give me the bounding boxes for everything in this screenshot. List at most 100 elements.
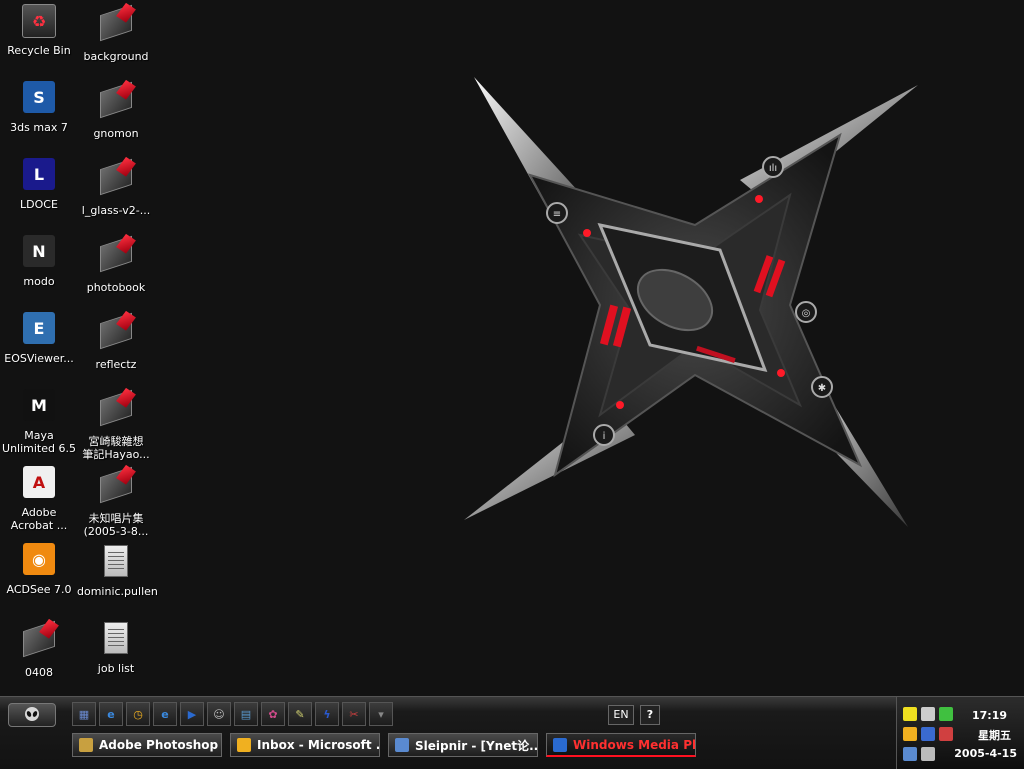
tray-app-icon[interactable] [903,707,917,721]
ie-icon[interactable]: e [99,702,123,726]
desktop-icon-11[interactable]: 宮崎駿雜想 筆記Hayao... [77,389,155,461]
desktop-icon-17[interactable]: job list [77,620,155,675]
flash-icon[interactable]: ϟ [315,702,339,726]
desktop-icon-0[interactable]: ♻ Recycle Bin [0,4,78,57]
desktop-icon-label: ACDSee 7.0 [6,583,72,596]
tray-app-icon[interactable] [921,747,935,761]
desktop-icon-label: dominic.pullen [77,585,158,598]
desktop-icon-label: 0408 [25,666,53,679]
task-buttons: Adobe Photoshop Inbox - Microsoft ... Slei… [72,733,696,759]
outlook-icon[interactable]: ◷ [126,702,150,726]
folder-icon [22,620,56,660]
taskbar-button[interactable]: Inbox - Microsoft ... [230,733,380,757]
notepad-icon[interactable]: ✎ [288,702,312,726]
desktop-icon-1[interactable]: background [77,4,155,63]
app-icon: ◉ [22,543,56,577]
tray-app-icon[interactable] [921,727,935,741]
clock-time[interactable]: 17:19 [972,709,1007,722]
folder-icon [99,81,133,121]
desktop-icon-label: job list [97,662,135,675]
browser-icon[interactable]: e [153,702,177,726]
start-button[interactable] [8,703,56,727]
task-app-icon [237,738,251,752]
desktop-icon-12[interactable]: A Adobe Acrobat ... [0,466,78,532]
chevron-down-icon[interactable]: ▾ [369,702,393,726]
alien-icon[interactable]: ☺ [207,702,231,726]
taskbar-button[interactable]: Sleipnir - [Ynet论... [388,733,538,757]
desktop-icon-8[interactable]: E EOSViewer... [0,312,78,365]
task-app-icon [553,737,567,752]
tray-app-icon[interactable] [939,707,953,721]
desktop-icon-10[interactable]: M Maya Unlimited 6.5 [0,389,78,455]
task-label: Windows Media Pl... [573,737,696,752]
quick-launch-bar: ▦ e ◷ e ▶ ☺ ▤ ✿ ✎ ϟ ✂ ▾ [72,702,393,726]
tray-app-icon[interactable] [921,707,935,721]
desktop-icon-13[interactable]: 未知唱片集 (2005-3-8... [77,466,155,538]
document-icon [99,622,133,656]
desktop-icon-label: gnomon [93,127,139,140]
taskbar-button[interactable]: Adobe Photoshop [72,733,222,757]
desktop-icon-5[interactable]: l_glass-v2-... [77,158,155,217]
show-desktop-icon[interactable]: ▦ [72,702,96,726]
app-icon: E [22,312,56,346]
app-icon: A [22,466,56,500]
desktop-icon-3[interactable]: gnomon [77,81,155,140]
taskbar: ▦ e ◷ e ▶ ☺ ▤ ✿ ✎ ϟ ✂ ▾ Adobe Photoshop Inbox - Micr… [0,696,1024,769]
desktop-icon-14[interactable]: ◉ ACDSee 7.0 [0,543,78,596]
wallpaper-shuriken-graphic: ≡ ılı ◎ ✱ i [464,77,918,527]
help-button[interactable]: ? [640,705,660,725]
task-label: Inbox - Microsoft ... [257,738,380,752]
desktop[interactable]: ♻ Recycle Bin background S 3ds max 7 gnomon L L… [0,0,1024,696]
folder-icon [99,235,133,275]
taskbar-button[interactable]: Windows Media Pl... [546,733,696,757]
tools-icon[interactable]: ✂ [342,702,366,726]
desktop-icon-label: background [83,50,149,63]
tray-app-icon[interactable] [903,747,917,761]
alien-logo-icon [25,707,39,721]
svg-text:i: i [603,431,606,442]
folder-icon [99,4,133,44]
desktop-icon-label: Maya Unlimited 6.5 [2,429,76,455]
task-label: Adobe Photoshop [99,738,219,752]
language-indicator[interactable]: EN [608,705,634,725]
desktop-icon-label: reflectz [95,358,137,371]
tray-app-icon[interactable] [903,727,917,741]
desktop-icon-label: Recycle Bin [7,44,71,57]
desktop-icon-label: Adobe Acrobat ... [10,506,68,532]
task-app-icon [395,738,409,752]
svg-text:✱: ✱ [818,383,826,394]
desktop-icon-label: 宮崎駿雜想 筆記Hayao... [82,435,150,461]
desktop-icon-16[interactable]: 0408 [0,620,78,679]
folder-icon [99,312,133,352]
app-icon: S [22,81,56,115]
app-icon: M [22,389,56,423]
clock-day: 星期五 [978,729,1011,742]
svg-text:ılı: ılı [769,163,777,174]
flower-icon[interactable]: ✿ [261,702,285,726]
desktop-icon-label: LDOCE [20,198,58,211]
folder-icon [99,466,133,506]
desktop-icon-label: photobook [86,281,146,294]
desktop-icon-label: EOSViewer... [4,352,74,365]
app-icon: N [22,235,56,269]
svg-text:◎: ◎ [802,308,811,319]
desktop-icon-9[interactable]: reflectz [77,312,155,371]
media-player-icon[interactable]: ▶ [180,702,204,726]
desktop-icon-2[interactable]: S 3ds max 7 [0,81,78,134]
tray-app-icon[interactable] [939,727,953,741]
desktop-icon-15[interactable]: dominic.pullen [77,543,158,598]
desktop-icon-6[interactable]: Nmodo [0,235,78,288]
document-icon [99,545,133,579]
system-tray: 17:19 星期五 2005-4-15 [896,697,1024,769]
desktop-icon-7[interactable]: photobook [77,235,155,294]
recycle-bin-icon: ♻ [22,4,56,38]
folder-icon [99,389,133,429]
app-icon: L [22,158,56,192]
desktop-icon-label: modo [23,275,55,288]
svg-text:≡: ≡ [553,209,561,220]
network-icon[interactable]: ▤ [234,702,258,726]
tray-icons [903,707,955,761]
desktop-icon-label: l_glass-v2-... [81,204,151,217]
desktop-icon-label: 未知唱片集 (2005-3-8... [83,512,149,538]
desktop-icon-4[interactable]: L LDOCE [0,158,78,211]
